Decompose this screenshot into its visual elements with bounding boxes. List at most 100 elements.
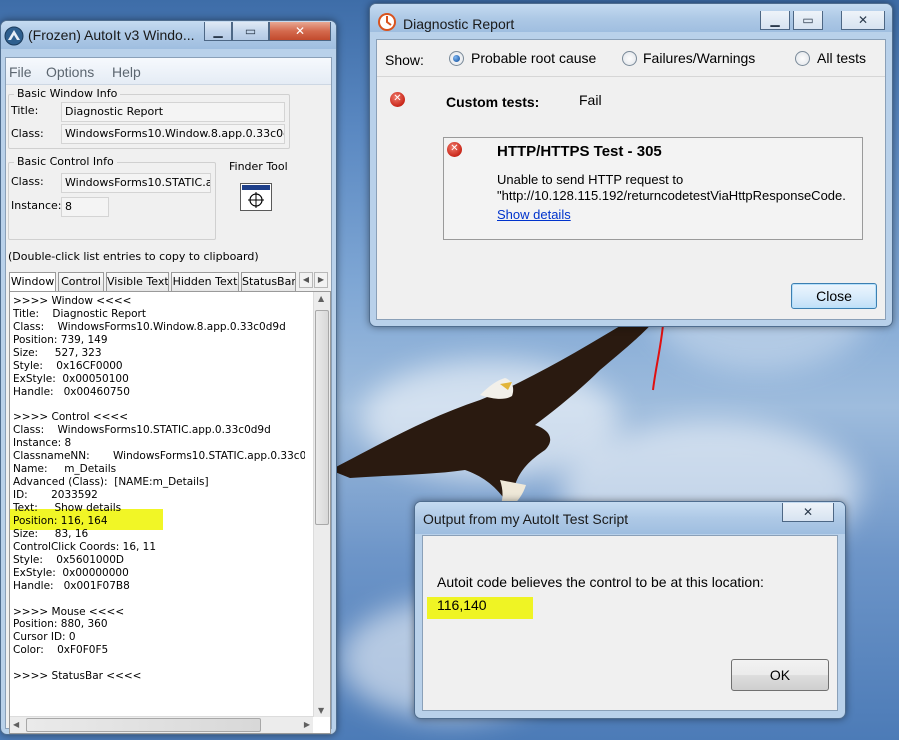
list-line[interactable]: Position: 739, 149 xyxy=(13,334,305,347)
tab-visible-text[interactable]: Visible Text xyxy=(106,272,169,291)
output-location: 116,140 xyxy=(437,597,487,613)
list-line[interactable]: Text: Show details xyxy=(13,502,305,515)
list-line[interactable]: Color: 0xF0F0F5 xyxy=(13,644,305,657)
hscroll-thumb[interactable] xyxy=(26,718,261,732)
list-line[interactable]: Size: 83, 16 xyxy=(13,528,305,541)
scroll-up-icon[interactable]: ▲ xyxy=(318,294,324,303)
list-line[interactable]: Cursor ID: 0 xyxy=(13,631,305,644)
list-line[interactable]: Style: 0x16CF0000 xyxy=(13,360,305,373)
list-line[interactable] xyxy=(13,399,305,412)
list-line[interactable]: Position: 880, 360 xyxy=(13,618,305,631)
detail-message-line1: Unable to send HTTP request to xyxy=(497,172,684,187)
radio-failures-warnings[interactable] xyxy=(622,51,637,66)
list-line[interactable]: ExStyle: 0x00050100 xyxy=(13,373,305,386)
list-line[interactable]: >>>> Control <<<< xyxy=(13,411,305,424)
diagnostic-title: Diagnostic Report xyxy=(403,16,515,32)
show-details-link[interactable]: Show details xyxy=(497,207,571,222)
radio-label[interactable]: Failures/Warnings xyxy=(643,50,755,66)
list-line[interactable]: ExStyle: 0x00000000 xyxy=(13,567,305,580)
ok-button[interactable]: OK xyxy=(731,659,829,691)
detail-message-line2: "http://10.128.115.192/returncodetestVia… xyxy=(497,188,846,203)
output-window: Output from my AutoIt Test Script ✕ Auto… xyxy=(414,501,846,719)
tab-control[interactable]: Control xyxy=(58,272,104,291)
menu-bar: File Options Help xyxy=(6,58,331,85)
list-line[interactable]: Position: 116, 164 xyxy=(13,515,305,528)
group-title: Basic Control Info xyxy=(14,155,117,168)
error-icon: ✕ xyxy=(447,142,462,157)
tab-window[interactable]: Window xyxy=(9,272,56,292)
list-line[interactable]: >>>> Mouse <<<< xyxy=(13,606,305,619)
tab-scroll-right-icon[interactable]: ▶ xyxy=(314,272,328,288)
list-line[interactable]: Name: m_Details xyxy=(13,463,305,476)
tab-statusbar[interactable]: StatusBar xyxy=(241,272,296,291)
window-title-field[interactable]: Diagnostic Report xyxy=(61,102,285,122)
window-class-field[interactable]: WindowsForms10.Window.8.app.0.33c0d9d xyxy=(61,124,285,144)
vertical-scrollbar[interactable]: ▲ ▼ xyxy=(313,292,330,717)
scroll-thumb[interactable] xyxy=(315,310,329,525)
list-line[interactable]: Size: 527, 323 xyxy=(13,347,305,360)
diagnostic-close-button[interactable]: Close xyxy=(791,283,877,309)
finder-tool-label: Finder Tool xyxy=(229,160,288,173)
autoit-logo-icon xyxy=(4,26,24,46)
list-line[interactable]: >>>> Window <<<< xyxy=(13,295,305,308)
list-line[interactable]: Class: WindowsForms10.STATIC.app.0.33c0d… xyxy=(13,424,305,437)
tab-scroll-left-icon[interactable]: ◀ xyxy=(299,272,313,288)
close-button[interactable]: ✕ xyxy=(782,503,834,522)
scroll-left-icon[interactable]: ◀ xyxy=(13,720,19,729)
autoit-window: (Frozen) AutoIt v3 Windo... ▁ ▭ ✕ File O… xyxy=(0,20,337,735)
list-line[interactable]: >>>> StatusBar <<<< xyxy=(13,670,305,683)
diagnostic-window: Diagnostic Report ▁ ▭ ✕ Show: Probable r… xyxy=(369,3,893,327)
radio-all-tests[interactable] xyxy=(795,51,810,66)
class-label: Class: xyxy=(11,127,44,140)
close-button[interactable]: ✕ xyxy=(269,22,331,41)
maximize-button[interactable]: ▭ xyxy=(793,11,823,30)
list-line[interactable] xyxy=(13,657,305,670)
list-line[interactable]: Title: Diagnostic Report xyxy=(13,308,305,321)
scroll-down-icon[interactable]: ▼ xyxy=(318,706,324,715)
horizontal-scrollbar[interactable]: ◀ ▶ xyxy=(10,716,313,733)
show-label: Show: xyxy=(385,52,424,68)
list-line[interactable]: Handle: 0x00460750 xyxy=(13,386,305,399)
tab-hidden-text[interactable]: Hidden Text xyxy=(171,272,239,291)
group-title: Basic Window Info xyxy=(14,87,121,100)
diagnostic-titlebar[interactable]: Diagnostic Report ▁ ▭ ✕ xyxy=(370,4,892,32)
autoit-client: File Options Help Basic Window Info Titl… xyxy=(5,57,332,734)
radio-label[interactable]: All tests xyxy=(817,50,866,66)
list-line[interactable]: Class: WindowsForms10.Window.8.app.0.33c… xyxy=(13,321,305,334)
minimize-button[interactable]: ▁ xyxy=(760,11,790,30)
list-line[interactable] xyxy=(13,593,305,606)
control-class-field[interactable]: WindowsForms10.STATIC.app xyxy=(61,173,211,193)
output-message: Autoit code believes the control to be a… xyxy=(437,574,764,590)
output-title: Output from my AutoIt Test Script xyxy=(423,511,629,527)
hint-text: (Double-click list entries to copy to cl… xyxy=(8,250,259,263)
error-icon: ✕ xyxy=(390,92,405,107)
minimize-button[interactable]: ▁ xyxy=(204,22,232,41)
list-line[interactable]: Advanced (Class): [NAME:m_Details] xyxy=(13,476,305,489)
info-list[interactable]: >>>> Window <<<< Title: Diagnostic Report… xyxy=(9,291,331,734)
menu-help[interactable]: Help xyxy=(112,64,141,80)
crosshair-icon[interactable] xyxy=(240,183,272,211)
menu-options[interactable]: Options xyxy=(46,64,94,80)
custom-tests-status: Fail xyxy=(579,92,602,108)
list-line[interactable]: ID: 2033592 xyxy=(13,489,305,502)
list-line[interactable]: ControlClick Coords: 16, 11 xyxy=(13,541,305,554)
autoit-title: (Frozen) AutoIt v3 Windo... xyxy=(28,27,195,43)
list-line[interactable]: ClassnameNN: WindowsForms10.STATIC.app.0… xyxy=(13,450,305,463)
radio-probable-root-cause[interactable] xyxy=(449,51,464,66)
maximize-button[interactable]: ▭ xyxy=(232,22,269,41)
list-line[interactable]: Handle: 0x001F07B8 xyxy=(13,580,305,593)
menu-file[interactable]: File xyxy=(9,64,32,80)
title-label: Title: xyxy=(11,104,39,117)
divider xyxy=(377,76,885,77)
diagnostic-app-icon xyxy=(378,13,396,31)
autoit-titlebar[interactable]: (Frozen) AutoIt v3 Windo... ▁ ▭ ✕ xyxy=(1,21,336,49)
list-line[interactable]: Style: 0x5601000D xyxy=(13,554,305,567)
radio-label[interactable]: Probable root cause xyxy=(471,50,596,66)
scroll-right-icon[interactable]: ▶ xyxy=(304,720,310,729)
instance-field[interactable]: 8 xyxy=(61,197,109,217)
close-button[interactable]: ✕ xyxy=(841,11,885,30)
finder-tool-group: Finder Tool xyxy=(222,160,290,241)
output-titlebar[interactable]: Output from my AutoIt Test Script ✕ xyxy=(415,502,845,534)
list-line[interactable]: Instance: 8 xyxy=(13,437,305,450)
instance-label: Instance: xyxy=(11,199,62,212)
